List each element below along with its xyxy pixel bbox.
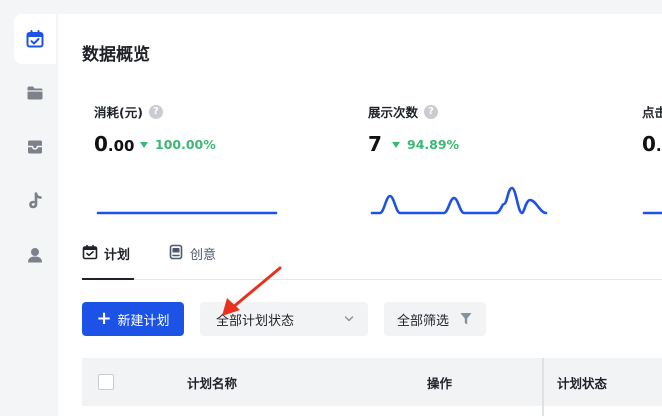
select-all-checkbox[interactable] (98, 374, 114, 390)
tab-bar: 计划 创意 (82, 240, 662, 280)
calendar-check-icon (82, 244, 98, 260)
column-header-plan-name[interactable]: 计划名称 (187, 358, 237, 406)
tab-creatives[interactable]: 创意 (168, 244, 216, 280)
metric-card-cost: 消耗(元) ? 0.00 100.00% (94, 100, 354, 230)
folder-icon (27, 86, 43, 100)
table-header: 计划名称 操作 计划状态 (82, 358, 662, 416)
inbox-icon (28, 140, 42, 154)
plus-icon: + (96, 308, 112, 329)
sidebar (0, 0, 58, 416)
sparkline-cost (96, 211, 278, 215)
trend-down-icon (140, 141, 148, 148)
metric-trend: 94.89% (392, 137, 459, 152)
tiktok-icon (29, 192, 42, 209)
metric-label: 消耗(元) ? (94, 102, 163, 121)
filter-icon (460, 313, 472, 325)
sidebar-item-inbox[interactable] (14, 122, 56, 172)
metric-label-text: 展示次数 (368, 105, 419, 120)
metric-trend-value: 100.00% (155, 137, 216, 152)
sparkline-clicks (642, 211, 662, 215)
metric-trend-value: 94.89% (407, 137, 460, 152)
metric-value: 0.00 (94, 132, 135, 156)
annotation-arrow (222, 266, 282, 316)
main-panel: 数据概览 消耗(元) ? 0.00 100.00% 展示次数 ? 7 94.89… (58, 14, 662, 416)
metric-label: 展示次数 ? (368, 102, 439, 121)
metric-value: 7 (368, 132, 382, 156)
sidebar-item-folder[interactable] (14, 68, 56, 118)
sidebar-item-plans[interactable] (14, 14, 56, 64)
help-icon[interactable]: ? (424, 104, 439, 119)
sparkline-impressions (370, 186, 548, 215)
metric-label: 点击 (642, 102, 662, 121)
metric-label-text: 消耗(元) (94, 105, 143, 120)
metric-label-text: 点击 (642, 105, 662, 120)
metric-value-decimal: .0 (655, 137, 662, 155)
metric-card-impressions: 展示次数 ? 7 94.89% (368, 100, 628, 230)
help-icon[interactable]: ? (148, 104, 163, 119)
column-header-plan-status[interactable]: 计划状态 (557, 358, 607, 406)
tab-plans[interactable]: 计划 (82, 244, 134, 280)
metric-value: 0.0 (642, 132, 662, 156)
calendar-check-icon (26, 30, 44, 48)
media-icon (169, 244, 183, 260)
all-filters-label: 全部筛选 (397, 313, 450, 329)
metric-trend: 100.00% (140, 137, 216, 152)
metric-value-int: 0 (642, 132, 656, 156)
sidebar-item-account[interactable] (14, 230, 56, 280)
new-plan-label: 新建计划 (117, 313, 170, 329)
metric-value-int: 0 (94, 132, 108, 156)
trend-down-icon (392, 141, 400, 148)
column-divider (542, 358, 544, 416)
sidebar-item-tiktok[interactable] (14, 176, 56, 226)
metric-card-clicks: 点击 0.0 (642, 100, 662, 230)
new-plan-button[interactable]: + 新建计划 (82, 302, 184, 336)
tab-label: 创意 (190, 248, 217, 263)
all-filters-button[interactable]: 全部筛选 (384, 302, 486, 336)
column-header-actions: 操作 (427, 375, 453, 391)
metric-value-int: 7 (368, 132, 382, 156)
tab-label: 计划 (104, 248, 131, 263)
page-title: 数据概览 (82, 45, 150, 65)
user-icon (28, 248, 42, 263)
metric-value-decimal: .00 (107, 137, 135, 155)
chevron-down-icon (344, 316, 354, 322)
